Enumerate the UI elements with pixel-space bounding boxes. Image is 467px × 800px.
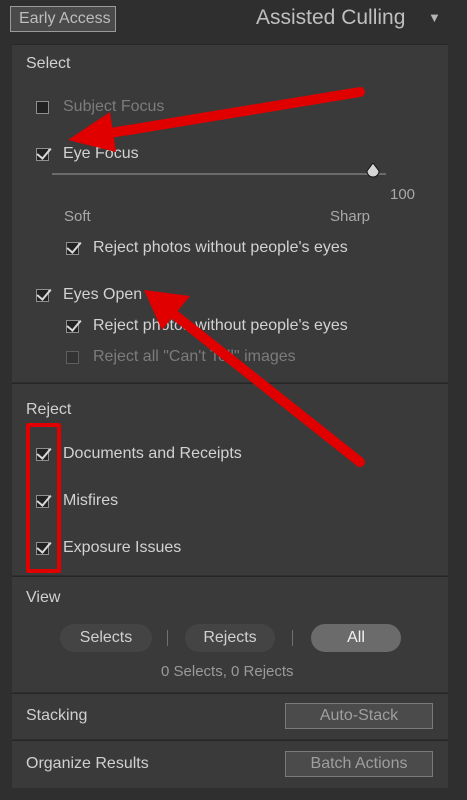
eyes-open-checkbox[interactable] <box>36 288 49 302</box>
reject-item-misfires[interactable]: Misfires <box>36 492 118 510</box>
reject-item-exposure[interactable]: Exposure Issues <box>36 539 181 557</box>
select-section-title: Select <box>26 55 71 72</box>
cant-tell-label: Reject all "Can't Tell" images <box>93 348 296 365</box>
view-section-title: View <box>26 589 61 606</box>
select-section: Select Subject Focus Eye Focus 100 Soft … <box>12 44 448 382</box>
eyes-open-reject-label: Reject photos without people's eyes <box>93 317 348 334</box>
eye-focus-reject-checkbox[interactable] <box>66 241 79 255</box>
eye-focus-checkbox[interactable] <box>36 147 49 161</box>
eye-focus-slider-track[interactable] <box>52 173 386 175</box>
stacking-title: Stacking <box>26 707 88 724</box>
eyes-open-reject-checkbox[interactable] <box>66 319 79 333</box>
view-separator <box>167 630 168 646</box>
documents-checkbox[interactable] <box>36 447 49 461</box>
slider-min-label: Soft <box>64 208 91 225</box>
exposure-label: Exposure Issues <box>63 539 182 556</box>
slider-thumb-icon[interactable] <box>366 163 380 179</box>
misfires-checkbox[interactable] <box>36 494 49 508</box>
subject-focus-label: Subject Focus <box>63 98 165 115</box>
eye-focus-row[interactable]: Eye Focus <box>36 145 139 163</box>
batch-actions-button[interactable]: Batch Actions <box>285 751 433 777</box>
stacking-section: Stacking Auto-Stack <box>12 693 448 739</box>
view-all-tab[interactable]: All <box>311 624 401 652</box>
documents-label: Documents and Receipts <box>63 445 242 462</box>
view-rejects-tab[interactable]: Rejects <box>185 624 275 652</box>
view-section: View Selects Rejects All 0 Selects, 0 Re… <box>12 576 448 692</box>
eyes-open-row[interactable]: Eyes Open <box>36 286 142 304</box>
subject-focus-checkbox[interactable] <box>36 100 49 114</box>
exposure-checkbox[interactable] <box>36 541 49 555</box>
eyes-open-reject-row[interactable]: Reject photos without people's eyes <box>66 317 348 335</box>
reject-item-documents[interactable]: Documents and Receipts <box>36 445 242 463</box>
view-summary: 0 Selects, 0 Rejects <box>161 663 294 680</box>
eye-focus-reject-row[interactable]: Reject photos without people's eyes <box>66 239 348 257</box>
view-separator <box>292 630 293 646</box>
subject-focus-row[interactable]: Subject Focus <box>36 98 164 116</box>
cant-tell-checkbox[interactable] <box>66 350 79 364</box>
eyes-open-label: Eyes Open <box>63 286 143 303</box>
slider-value: 100 <box>390 186 416 203</box>
organize-section: Organize Results Batch Actions <box>12 740 448 788</box>
slider-max-label: Sharp <box>330 208 371 225</box>
reject-section-title: Reject <box>26 401 72 418</box>
auto-stack-button[interactable]: Auto-Stack <box>285 703 433 729</box>
collapse-triangle-icon[interactable]: ▼ <box>428 10 441 25</box>
cant-tell-row[interactable]: Reject all "Can't Tell" images <box>66 348 296 366</box>
panel-title: Assisted Culling <box>256 6 406 29</box>
organize-title: Organize Results <box>26 755 149 772</box>
misfires-label: Misfires <box>63 492 119 509</box>
eye-focus-label: Eye Focus <box>63 145 139 162</box>
eye-focus-reject-label: Reject photos without people's eyes <box>93 239 348 256</box>
view-selects-tab[interactable]: Selects <box>60 624 152 652</box>
reject-section: Reject Documents and Receipts Misfires E… <box>12 383 448 575</box>
early-access-badge[interactable]: Early Access <box>10 6 116 32</box>
